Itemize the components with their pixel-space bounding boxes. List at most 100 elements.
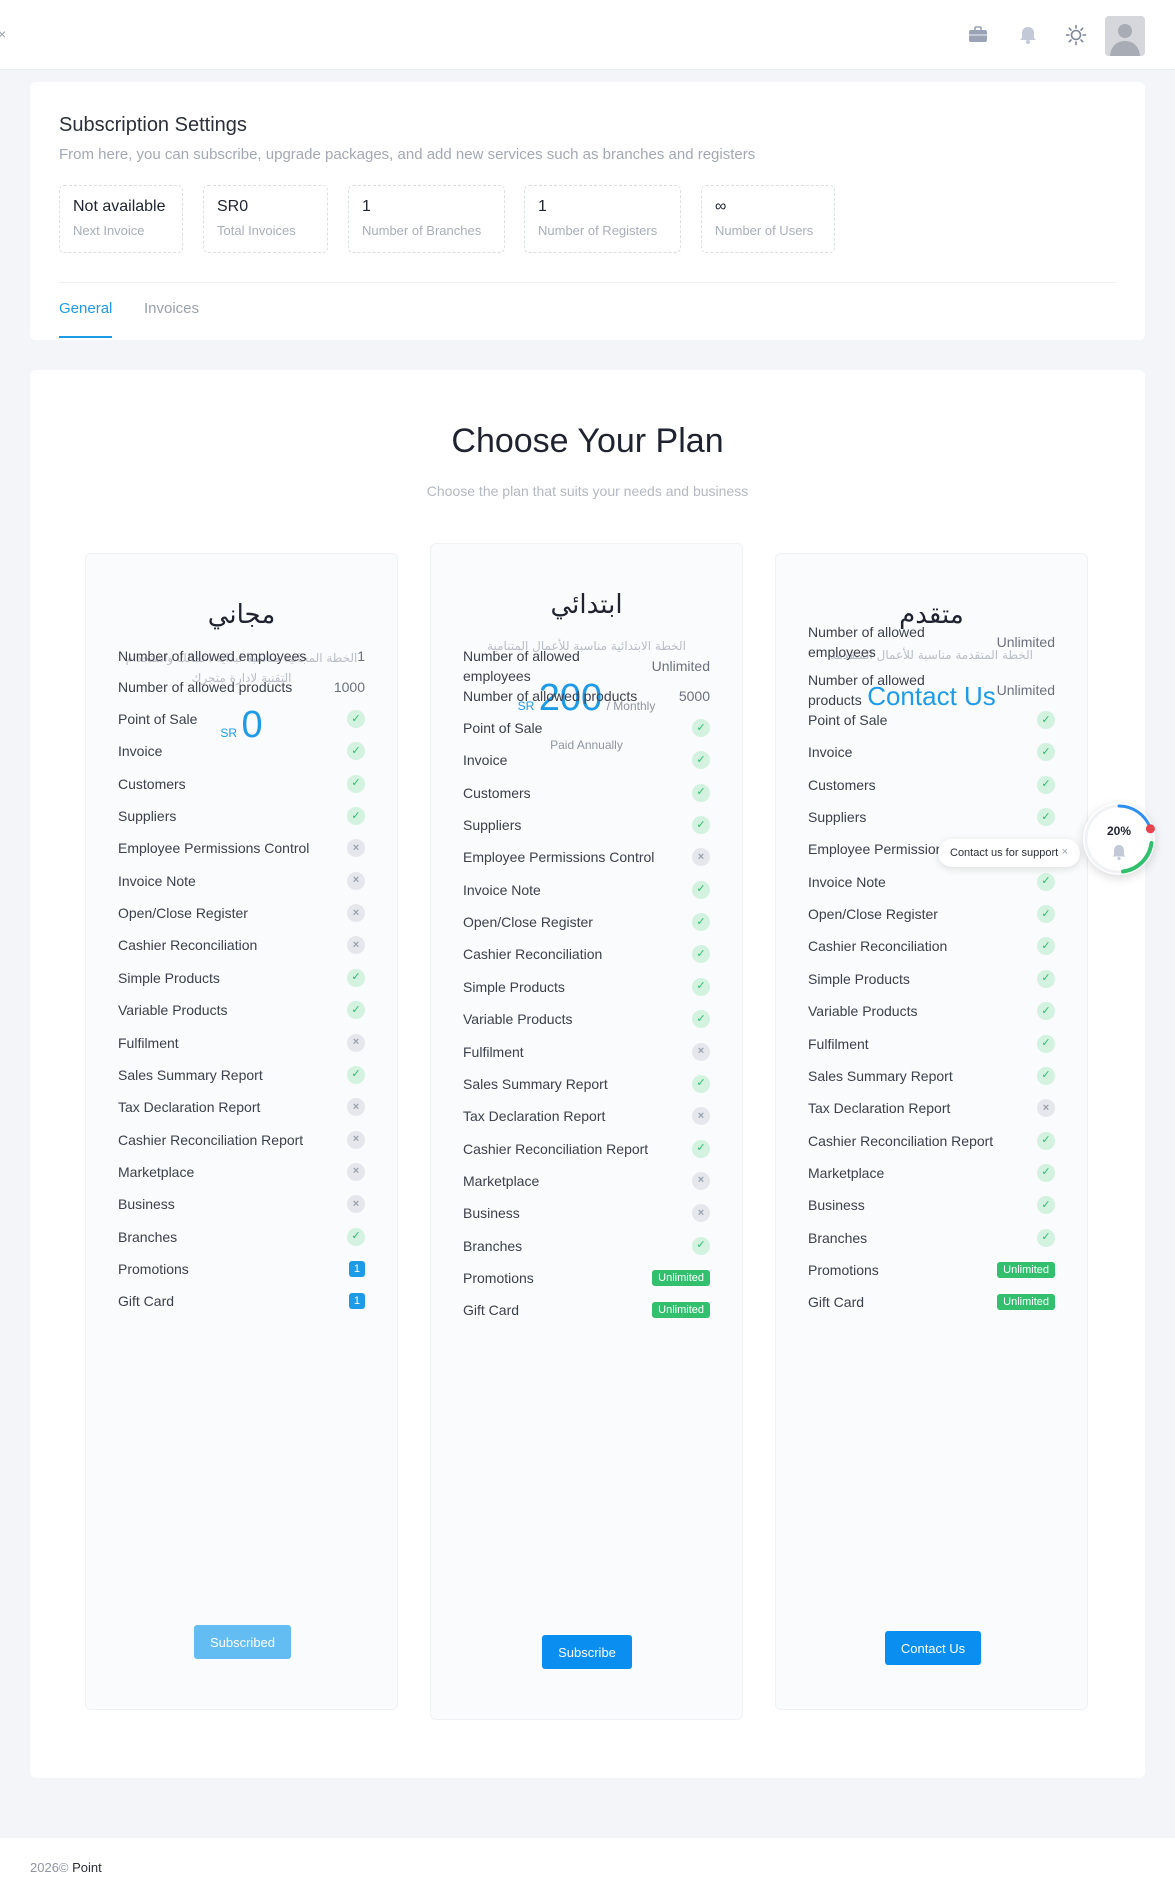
feature-row: Promotions Unlimited bbox=[808, 1260, 1055, 1280]
feature-label: Gift Card bbox=[808, 1294, 865, 1311]
feature-label: Suppliers bbox=[463, 817, 522, 834]
plan-card-starter: ابتدائي الخطة الابتدائية مناسبة للأعمال … bbox=[430, 543, 743, 1720]
check-icon: ✓ bbox=[692, 977, 710, 996]
active-tab-indicator bbox=[59, 336, 112, 338]
feature-row: Customers ✓ bbox=[808, 775, 1055, 795]
check-icon: ✓ bbox=[692, 1010, 710, 1029]
feature-row: Fulfilment × bbox=[463, 1042, 710, 1062]
feature-row: Promotions Unlimited bbox=[463, 1268, 710, 1288]
cross-icon: × bbox=[347, 1098, 365, 1117]
check-icon: ✓ bbox=[1037, 905, 1055, 924]
feature-row: Simple Products ✓ bbox=[463, 977, 710, 997]
feature-row: Marketplace × bbox=[118, 1162, 365, 1182]
feature-label: Business bbox=[463, 1205, 520, 1222]
tab-invoices[interactable]: Invoices bbox=[144, 300, 199, 317]
footer-brand[interactable]: Point bbox=[72, 1860, 102, 1875]
cross-icon: × bbox=[347, 1130, 365, 1149]
bell-icon[interactable] bbox=[1015, 22, 1041, 48]
briefcase-icon[interactable] bbox=[965, 22, 991, 48]
stat-value: 1 bbox=[362, 198, 371, 215]
feature-row: Gift Card Unlimited bbox=[463, 1300, 710, 1320]
cross-icon: × bbox=[692, 1171, 710, 1190]
feature-label: Sales Summary Report bbox=[808, 1067, 953, 1084]
feature-row: Cashier Reconciliation Report × bbox=[118, 1130, 365, 1150]
plan-name: مجاني bbox=[207, 600, 276, 630]
feature-row: Cashier Reconciliation × bbox=[118, 935, 365, 955]
feature-row: Tax Declaration Report × bbox=[808, 1098, 1055, 1118]
sun-icon[interactable] bbox=[1063, 22, 1089, 48]
feature-label: Promotions bbox=[118, 1260, 189, 1277]
contact-us-button[interactable]: Contact Us bbox=[885, 1631, 981, 1665]
progress-percent: 20% bbox=[1106, 824, 1132, 838]
feature-label: Open/Close Register bbox=[118, 905, 248, 922]
user-avatar[interactable] bbox=[1105, 16, 1145, 56]
feature-label: Promotions bbox=[808, 1261, 879, 1278]
feature-label: Cashier Reconciliation bbox=[118, 937, 258, 954]
feature-row: Gift Card Unlimited bbox=[808, 1292, 1055, 1312]
feature-label: Number of allowed products bbox=[463, 688, 638, 704]
feature-label: Business bbox=[808, 1197, 865, 1214]
feature-row: Business ✓ bbox=[808, 1195, 1055, 1215]
check-icon: ✓ bbox=[692, 719, 710, 737]
check-icon: ✓ bbox=[1037, 1002, 1055, 1021]
cross-icon: × bbox=[692, 1107, 710, 1126]
feature-row: Number of allowed products Unlimited bbox=[808, 670, 1055, 710]
cross-icon: × bbox=[347, 904, 365, 923]
support-tooltip[interactable]: Contact us for support × bbox=[938, 839, 1080, 867]
feature-label: Employee Permissions Control bbox=[463, 849, 655, 866]
feature-label: Marketplace bbox=[808, 1164, 885, 1181]
feature-row: Invoice ✓ bbox=[808, 742, 1055, 762]
support-button[interactable]: 20% bbox=[1083, 803, 1155, 875]
feature-row: Suppliers ✓ bbox=[118, 806, 365, 826]
feature-label: Tax Declaration Report bbox=[808, 1100, 951, 1117]
feature-badge: 1 bbox=[348, 1260, 365, 1277]
subscribe-button[interactable]: Subscribe bbox=[542, 1635, 632, 1669]
page-subtitle: From here, you can subscribe, upgrade pa… bbox=[59, 146, 756, 163]
check-icon: ✓ bbox=[1037, 743, 1055, 762]
check-icon: ✓ bbox=[692, 816, 710, 835]
tab-general[interactable]: General bbox=[59, 300, 112, 317]
subscription-settings-card: Subscription Settings From here, you can… bbox=[30, 82, 1145, 340]
feature-label: Tax Declaration Report bbox=[118, 1099, 261, 1116]
subscribed-button[interactable]: Subscribed bbox=[194, 1625, 291, 1659]
feature-row: Variable Products ✓ bbox=[118, 1000, 365, 1020]
copyright-year: 2026© bbox=[30, 1860, 69, 1875]
feature-label: Invoice Note bbox=[463, 881, 541, 898]
check-icon: ✓ bbox=[347, 1065, 365, 1084]
feature-label: Cashier Reconciliation Report bbox=[463, 1140, 649, 1157]
stat-label: Number of Branches bbox=[362, 223, 482, 238]
feature-row: Simple Products ✓ bbox=[118, 968, 365, 988]
feature-label: Gift Card bbox=[118, 1293, 175, 1310]
footer: 2026© Point bbox=[0, 1838, 1175, 1897]
page-title: Subscription Settings bbox=[59, 114, 247, 136]
feature-badge: Unlimited bbox=[652, 1302, 710, 1319]
stat-value: SR0 bbox=[217, 198, 249, 215]
stat-users: ∞ Number of Users bbox=[701, 185, 835, 253]
stat-label: Number of Registers bbox=[538, 223, 658, 238]
feature-label: Suppliers bbox=[118, 808, 177, 825]
feature-row: Simple Products ✓ bbox=[808, 969, 1055, 989]
close-icon[interactable]: × bbox=[0, 26, 6, 42]
feature-row: Fulfilment × bbox=[118, 1033, 365, 1053]
check-icon: ✓ bbox=[692, 1139, 710, 1158]
feature-label: Variable Products bbox=[808, 1003, 918, 1020]
check-icon: ✓ bbox=[692, 913, 710, 932]
feature-row: Cashier Reconciliation ✓ bbox=[463, 944, 710, 964]
feature-label: Fulfilment bbox=[118, 1034, 179, 1051]
check-icon: ✓ bbox=[1037, 872, 1055, 891]
feature-row: Point of Sale ✓ bbox=[463, 718, 710, 738]
check-icon: ✓ bbox=[1037, 1034, 1055, 1053]
feature-row: Cashier Reconciliation Report ✓ bbox=[463, 1139, 710, 1159]
feature-row: Invoice Note ✓ bbox=[463, 880, 710, 900]
feature-label: Number of allowed products bbox=[808, 672, 925, 708]
feature-badge: Unlimited bbox=[997, 1261, 1055, 1278]
stat-total-invoices: SR0 Total Invoices bbox=[203, 185, 328, 253]
feature-label: Variable Products bbox=[463, 1011, 573, 1028]
feature-row: Open/Close Register ✓ bbox=[463, 912, 710, 932]
feature-row: Number of allowed employees Unlimited bbox=[463, 646, 710, 686]
close-icon[interactable]: × bbox=[1062, 846, 1068, 858]
stat-registers: 1 Number of Registers bbox=[524, 185, 681, 253]
feature-label: Branches bbox=[808, 1229, 868, 1246]
check-icon: ✓ bbox=[692, 1074, 710, 1093]
feature-row: Open/Close Register ✓ bbox=[808, 904, 1055, 924]
